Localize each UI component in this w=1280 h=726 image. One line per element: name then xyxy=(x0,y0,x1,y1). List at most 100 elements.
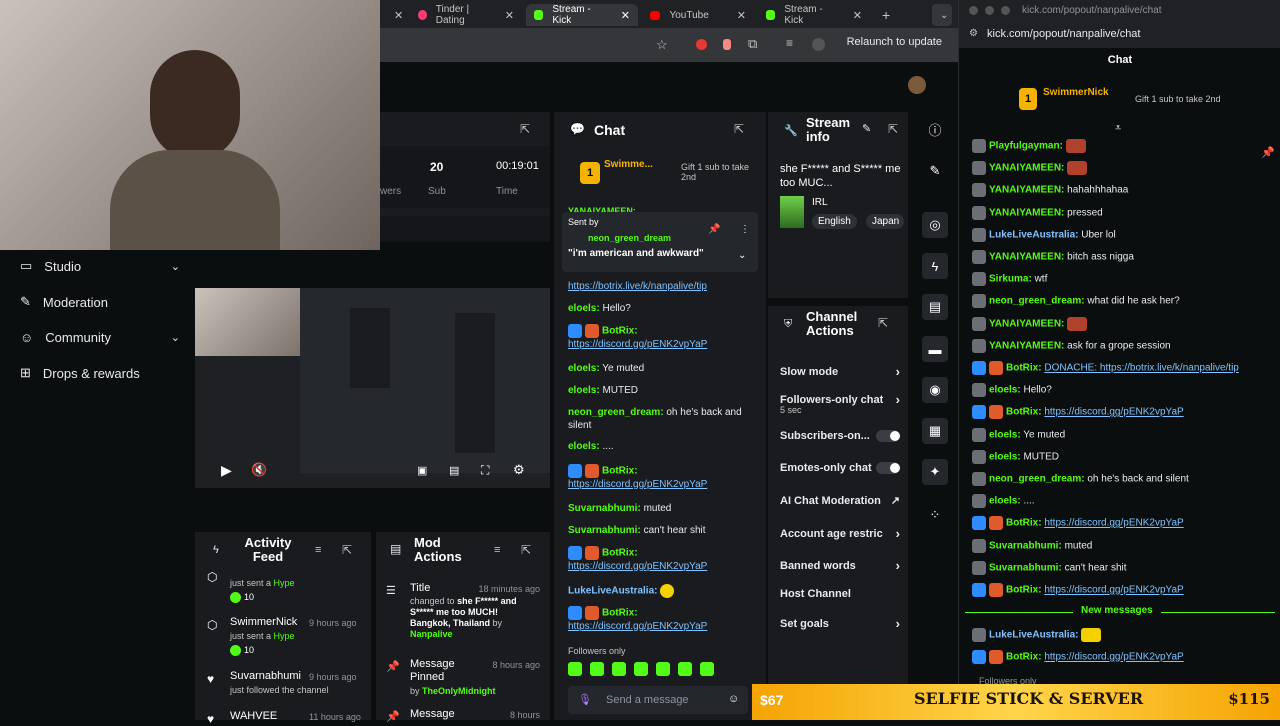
star-icon[interactable]: ☆ xyxy=(656,37,668,53)
channel-action-account-age-restric[interactable]: Account age restric › xyxy=(780,526,900,541)
chat-link[interactable]: https://discord.gg/pENK2vpYaP xyxy=(568,561,707,572)
chat-username[interactable]: eloels: xyxy=(989,429,1021,440)
apps-icon[interactable]: ⁘ xyxy=(922,502,948,528)
puzzle-icon[interactable]: ⧉ xyxy=(748,36,757,52)
channel-action-emotes-only-chat[interactable]: Emotes-only chat xyxy=(780,462,900,474)
chat-username[interactable]: neon_green_dream: xyxy=(989,474,1085,485)
close-icon[interactable]: ✕ xyxy=(394,9,403,22)
sidebar-item-drops[interactable]: ⊞ Drops & rewards xyxy=(20,365,180,381)
chat-username[interactable]: eloels: xyxy=(568,441,600,452)
tab-kick-stream[interactable]: Stream - Kick ✕ xyxy=(526,4,638,26)
window-minimize-icon[interactable] xyxy=(985,6,994,15)
window-close-icon[interactable] xyxy=(969,6,978,15)
pin-icon[interactable]: 📌 xyxy=(708,224,720,235)
chat-username[interactable]: YANAIYAMEEN: xyxy=(989,163,1064,174)
chat-link[interactable]: https://discord.gg/pENK2vpYaP xyxy=(1044,407,1183,418)
category-thumbnail[interactable] xyxy=(780,196,804,228)
chat-username[interactable]: YANAIYAMEEN: xyxy=(989,185,1064,196)
chat-username[interactable]: BotRix: xyxy=(1006,407,1042,418)
channel-action-subscribers-on[interactable]: Subscribers-on... xyxy=(780,430,900,442)
avatar[interactable] xyxy=(908,76,926,94)
theater-icon[interactable]: ▤ xyxy=(449,464,459,477)
tab-youtube[interactable]: YouTube ✕ xyxy=(642,4,754,26)
chat-username[interactable]: LukeLiveAustralia: xyxy=(989,229,1078,240)
chat-username[interactable]: LukeLiveAustralia: xyxy=(568,586,657,597)
avatar[interactable] xyxy=(812,38,825,51)
chat-icon[interactable]: ▬ xyxy=(922,336,948,362)
chat-username[interactable]: eloels: xyxy=(568,385,600,396)
mute-icon[interactable]: 🔇 xyxy=(251,462,267,478)
gear-icon[interactable]: ⚙ xyxy=(513,462,525,478)
chat-link[interactable]: https://discord.gg/pENK2vpYaP xyxy=(568,479,707,490)
mod-action-user[interactable]: Nanpalive xyxy=(410,629,453,639)
chevron-down-icon[interactable]: ⌄ xyxy=(738,250,746,261)
tab-partial[interactable]: ✕ xyxy=(380,4,406,26)
popout-icon[interactable]: ⇱ xyxy=(342,543,352,557)
popout-url[interactable]: kick.com/popout/nanpalive/chat xyxy=(987,28,1140,40)
send-message-input[interactable]: 🎙 Send a message ☺ xyxy=(568,686,748,714)
chat-username[interactable]: BotRix: xyxy=(1006,585,1042,596)
chat-username[interactable]: BotRix: xyxy=(602,608,638,619)
extension-icon[interactable] xyxy=(723,39,731,50)
close-icon[interactable]: ✕ xyxy=(737,9,746,22)
edit-icon[interactable]: ✎ xyxy=(922,158,948,184)
chat-username[interactable]: Suvarnabhumi: xyxy=(568,525,641,536)
chat-username[interactable]: YANAIYAMEEN: xyxy=(989,340,1064,351)
tab-search-icon[interactable]: ⌄ xyxy=(932,4,952,26)
relaunch-button[interactable]: Relaunch to update xyxy=(847,36,942,48)
gift-prompt[interactable]: Gift 1 sub to take 2nd xyxy=(681,162,761,182)
mod-action-user[interactable]: TheOnlyMidnight xyxy=(422,686,496,696)
gift-prompt[interactable]: Gift 1 sub to take 2nd xyxy=(1135,94,1221,104)
collapse-icon[interactable]: ⩡ xyxy=(1115,122,1121,135)
chat-username[interactable]: BotRix: xyxy=(1006,363,1042,374)
chat-username[interactable]: eloels: xyxy=(989,496,1021,507)
chat-username[interactable]: neon_green_dream: xyxy=(568,407,664,418)
chat-link[interactable]: https://discord.gg/pENK2vpYaP xyxy=(1044,652,1183,663)
pinned-message[interactable]: Sent by neon_green_dream "i'm american a… xyxy=(562,212,758,272)
channel-action-host-channel[interactable]: Host Channel xyxy=(780,588,900,600)
tag-chip[interactable]: English xyxy=(812,214,857,229)
filter-icon[interactable]: ≡ xyxy=(494,544,500,556)
emote-icon[interactable] xyxy=(634,662,648,676)
chat-username[interactable]: BotRix: xyxy=(1006,518,1042,529)
lightning-icon[interactable]: ϟ xyxy=(922,253,948,279)
close-icon[interactable]: ✕ xyxy=(505,9,514,22)
chat-link[interactable]: https://discord.gg/pENK2vpYaP xyxy=(1044,585,1183,596)
window-maximize-icon[interactable] xyxy=(1001,6,1010,15)
tag-chip[interactable]: Japan xyxy=(866,214,904,229)
chat-username[interactable]: YANAIYAMEEN: xyxy=(989,252,1064,263)
chat-link[interactable]: https://botrix.live/k/nanpalive/tip xyxy=(568,281,707,292)
extension-icon[interactable] xyxy=(696,39,707,50)
toggle-switch[interactable] xyxy=(876,462,900,474)
clip-icon[interactable]: ◎ xyxy=(922,212,948,238)
chat-username[interactable]: Playfulgayman: xyxy=(989,141,1063,152)
chat-username[interactable]: eloels: xyxy=(568,363,600,374)
close-icon[interactable]: ✕ xyxy=(621,9,630,22)
chat-link[interactable]: https://discord.gg/pENK2vpYaP xyxy=(1044,518,1183,529)
chat-username[interactable]: eloels: xyxy=(568,303,600,314)
popout-icon[interactable]: ⇱ xyxy=(734,122,744,136)
channel-action-ai-chat-moderation[interactable]: AI Chat Moderation ↗ xyxy=(780,494,900,508)
emote-icon[interactable] xyxy=(568,662,582,676)
emote-icon[interactable] xyxy=(612,662,626,676)
emote-icon[interactable] xyxy=(678,662,692,676)
emote-icon[interactable] xyxy=(656,662,670,676)
chat-username[interactable]: eloels: xyxy=(989,451,1021,462)
settings-icon[interactable]: ⚙ xyxy=(969,28,978,39)
emote-icon[interactable] xyxy=(590,662,604,676)
sidebar-item-moderation[interactable]: ✎ Moderation xyxy=(20,294,180,310)
chat-username[interactable]: Sirkuma: xyxy=(989,274,1032,285)
more-icon[interactable]: ⋮ xyxy=(740,224,750,235)
popout-icon[interactable]: ⇱ xyxy=(520,122,530,136)
tab-tinder[interactable]: Tinder | Dating ✕ xyxy=(410,4,522,26)
channel-action-slow-mode[interactable]: Slow mode › xyxy=(780,364,900,379)
chat-link[interactable]: https://discord.gg/pENK2vpYaP xyxy=(568,621,707,632)
layout-icon[interactable]: ▦ xyxy=(922,418,948,444)
chat-link[interactable]: DONACHE: https://botrix.live/k/nanpalive… xyxy=(1044,363,1239,374)
new-tab-button[interactable]: + xyxy=(874,4,894,26)
chat-username[interactable]: BotRix: xyxy=(1006,652,1042,663)
chat-username[interactable]: eloels: xyxy=(989,385,1021,396)
mic-icon[interactable]: 🎙 xyxy=(578,693,592,706)
toggle-switch[interactable] xyxy=(876,430,900,442)
chat-username[interactable]: Suvarnabhumi: xyxy=(989,540,1062,551)
